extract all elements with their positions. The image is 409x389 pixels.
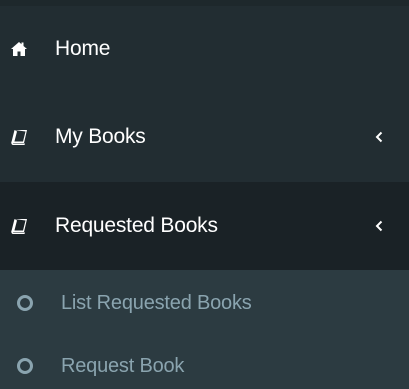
chevron-left-icon bbox=[373, 219, 385, 233]
book-icon bbox=[10, 128, 28, 146]
home-icon bbox=[10, 40, 28, 58]
sidebar-item-requested-books[interactable]: Requested Books bbox=[0, 182, 409, 270]
circle-outline-icon bbox=[17, 358, 33, 374]
requested-books-submenu: List Requested Books Request Book bbox=[0, 270, 409, 389]
submenu-item-label: Request Book bbox=[61, 354, 185, 377]
submenu-item-request-book[interactable]: Request Book bbox=[0, 336, 409, 389]
submenu-item-list-requested-books[interactable]: List Requested Books bbox=[0, 270, 409, 336]
sidebar-item-home[interactable]: Home bbox=[0, 6, 409, 92]
circle-outline-icon bbox=[17, 295, 33, 311]
sidebar-item-my-books[interactable]: My Books bbox=[0, 92, 409, 182]
chevron-left-icon bbox=[373, 130, 385, 144]
sidebar-menu: Home My Books Requested Books List Reque… bbox=[0, 0, 409, 389]
sidebar-item-label: Requested Books bbox=[55, 214, 218, 237]
submenu-item-label: List Requested Books bbox=[61, 291, 252, 314]
book-icon bbox=[10, 217, 28, 235]
sidebar-item-label: Home bbox=[55, 37, 111, 60]
sidebar-item-label: My Books bbox=[55, 125, 146, 148]
